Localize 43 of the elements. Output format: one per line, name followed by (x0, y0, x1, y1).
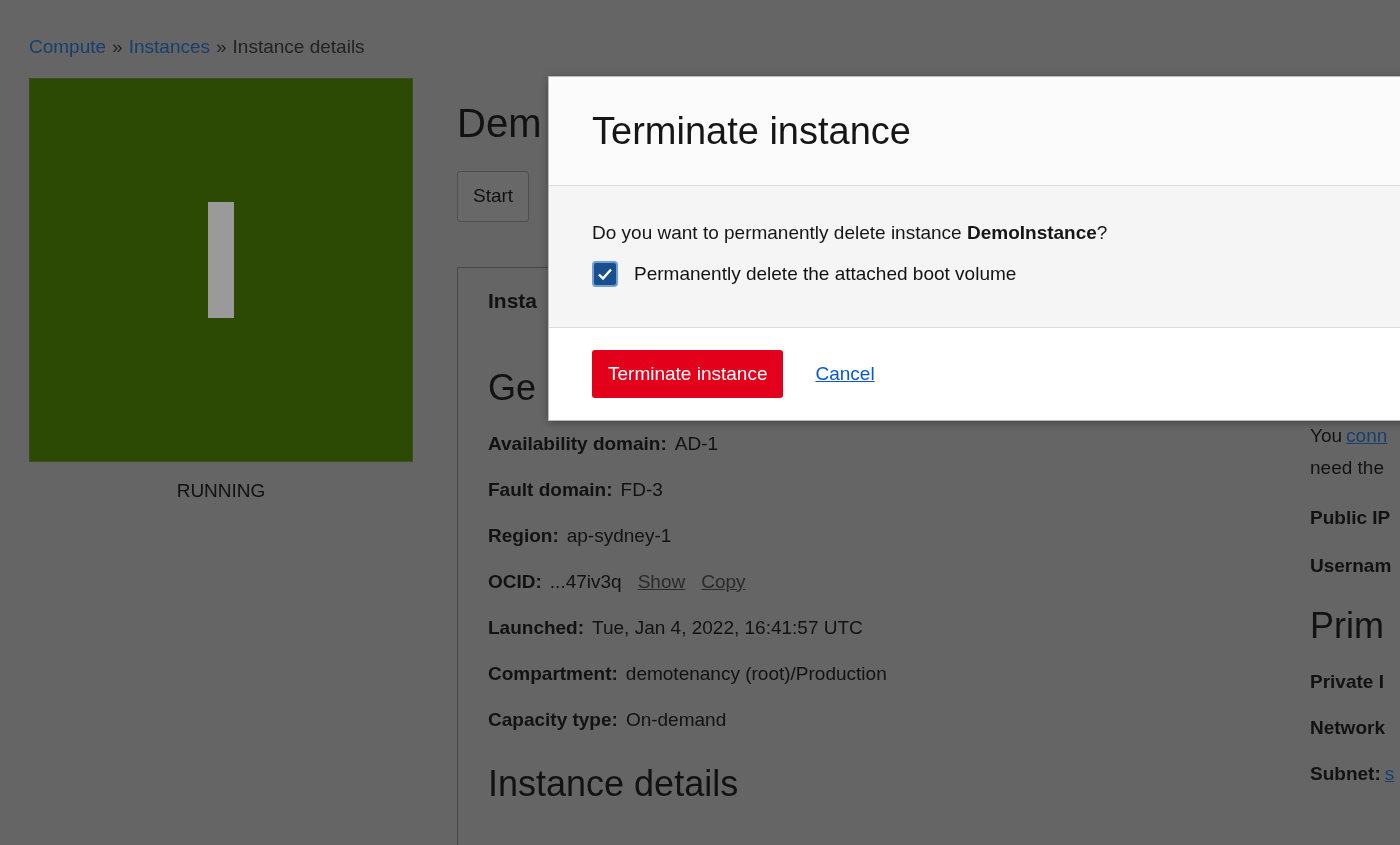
section-heading: Ge (488, 365, 537, 410)
checkbox-label[interactable]: Permanently delete the attached boot volume (634, 260, 1017, 289)
breadcrumb-link[interactable]: Compute (29, 36, 107, 57)
section-heading: Prim (1310, 603, 1384, 648)
breadcrumb-link[interactable]: Instances (128, 36, 210, 57)
field-label: Public IP (1310, 506, 1391, 528)
text-link[interactable]: Show (637, 570, 686, 592)
field-label: Availability domain: (488, 432, 667, 454)
status-label: RUNNING (175, 479, 267, 503)
checkbox[interactable] (592, 261, 618, 288)
breadcrumb-current: Instance details (232, 36, 365, 57)
dialog-title: Terminate instance (592, 109, 912, 154)
field-label: Region: (488, 524, 559, 546)
field-label: Launched: (488, 616, 585, 638)
field-value: AD-1 (674, 432, 719, 454)
intro-text: need the (1310, 456, 1384, 478)
breadcrumb-separator: » (112, 36, 123, 57)
section-heading: Instance details (488, 761, 739, 806)
status-bar-icon (208, 202, 234, 318)
start-button[interactable]: Start (457, 171, 530, 222)
field-label: OCID: (488, 570, 542, 592)
field-label: Private I (1310, 670, 1384, 692)
cancel-link[interactable]: Cancel (815, 359, 875, 388)
field-value: ...47iv3q (549, 570, 622, 592)
field-value: demotenancy (root)/Production (625, 662, 887, 684)
dialog-message: Do you want to permanently delete instance DemoInstance? (592, 221, 1109, 245)
field-label: Usernam (1310, 554, 1392, 576)
subnet-link[interactable]: s (1384, 762, 1395, 784)
field-label: Network (1310, 716, 1385, 738)
field-value: FD-3 (620, 478, 663, 500)
intro-link[interactable]: conn (1346, 424, 1388, 446)
field-value: On-demand (625, 708, 727, 730)
field-label: Subnet: (1310, 762, 1381, 784)
page-title: Dem (457, 100, 542, 147)
field-value: Tue, Jan 4, 2022, 16:41:57 UTC (592, 616, 863, 638)
terminate-button[interactable]: Terminate instance (592, 349, 784, 398)
field-label: Capacity type: (488, 708, 618, 730)
field-label: Compartment: (488, 662, 618, 684)
field-value: ap-sydney-1 (566, 524, 672, 546)
intro-text: You (1310, 424, 1343, 446)
breadcrumb-separator: » (216, 36, 227, 57)
text-link[interactable]: Copy (701, 570, 746, 592)
field-label: Fault domain: (488, 478, 613, 500)
